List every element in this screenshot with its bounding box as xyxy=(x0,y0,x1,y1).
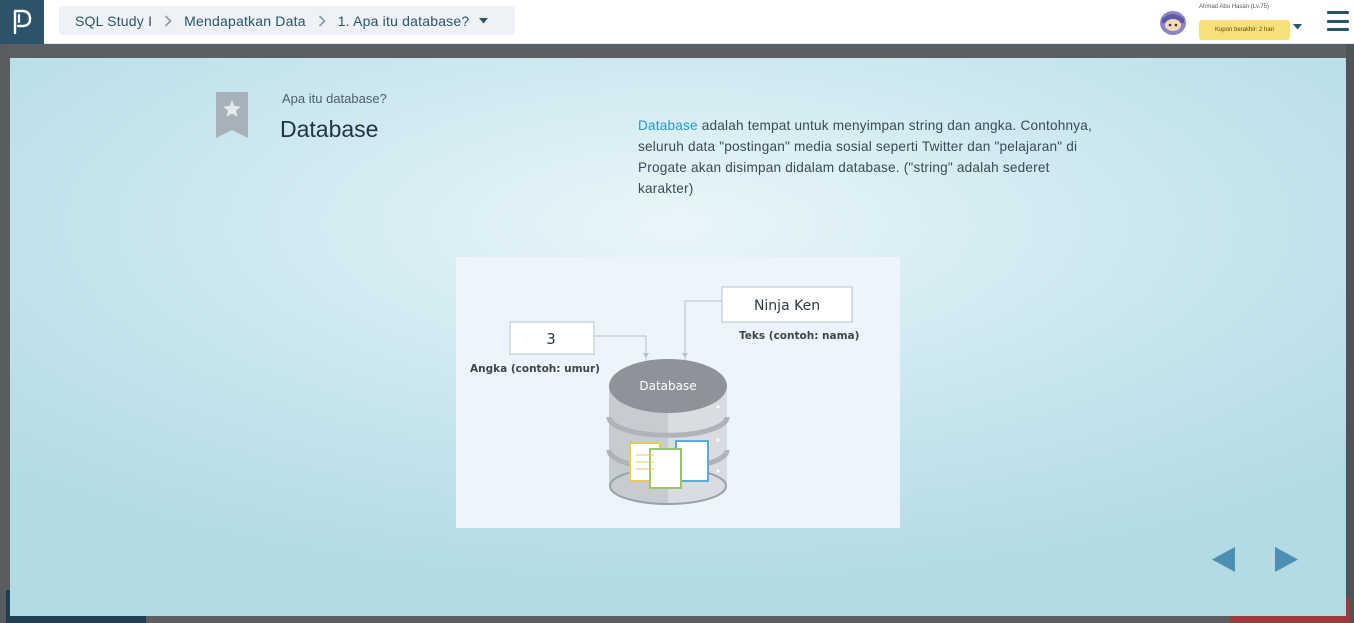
triangle-right-icon[interactable] xyxy=(1274,547,1298,577)
description-text: adalah tempat untuk menyimpan string dan… xyxy=(638,118,1092,196)
slide-modal: Apa itu database? Database Database adal… xyxy=(10,58,1346,616)
bookmark-star-icon[interactable] xyxy=(216,92,248,143)
progate-logo-icon[interactable] xyxy=(0,0,44,44)
slide-title: Database xyxy=(280,116,379,142)
caret-down-icon[interactable] xyxy=(1293,17,1302,35)
number-value: 3 xyxy=(546,330,556,348)
database-illustration: 3 Angka (contoh: umur) Ninja Ken Teks (c… xyxy=(456,257,900,528)
breadcrumb: SQL Study I Mendapatkan Data 1. Apa itu … xyxy=(59,6,515,35)
breadcrumb-course[interactable]: SQL Study I xyxy=(75,13,152,29)
chevron-right-icon xyxy=(318,14,326,27)
text-label: Teks (contoh: nama) xyxy=(739,330,859,342)
slide-subtitle: Apa itu database? xyxy=(282,91,387,106)
chevron-right-icon xyxy=(164,14,172,27)
coupon-badge[interactable]: Kupon berakhir: 2 hari xyxy=(1199,20,1290,40)
hamburger-menu-icon[interactable] xyxy=(1327,10,1349,32)
user-name[interactable]: Ahmad Abu Hasan (Lv.75) xyxy=(1199,4,1269,10)
number-label: Angka (contoh: umur) xyxy=(470,363,600,375)
caret-down-icon[interactable] xyxy=(479,17,489,24)
avatar[interactable] xyxy=(1158,7,1188,37)
database-label: Database xyxy=(639,379,696,393)
dimmed-background-right xyxy=(1346,44,1354,623)
breadcrumb-lesson[interactable]: 1. Apa itu database? xyxy=(338,13,470,29)
text-value: Ninja Ken xyxy=(754,298,820,314)
top-bar: SQL Study I Mendapatkan Data 1. Apa itu … xyxy=(0,0,1354,44)
slide-description: Database adalah tempat untuk menyimpan s… xyxy=(638,115,1108,199)
description-keyword: Database xyxy=(638,118,698,133)
dimmed-background-left xyxy=(0,44,10,623)
breadcrumb-chapter[interactable]: Mendapatkan Data xyxy=(184,13,306,29)
triangle-left-icon[interactable] xyxy=(1212,547,1236,577)
